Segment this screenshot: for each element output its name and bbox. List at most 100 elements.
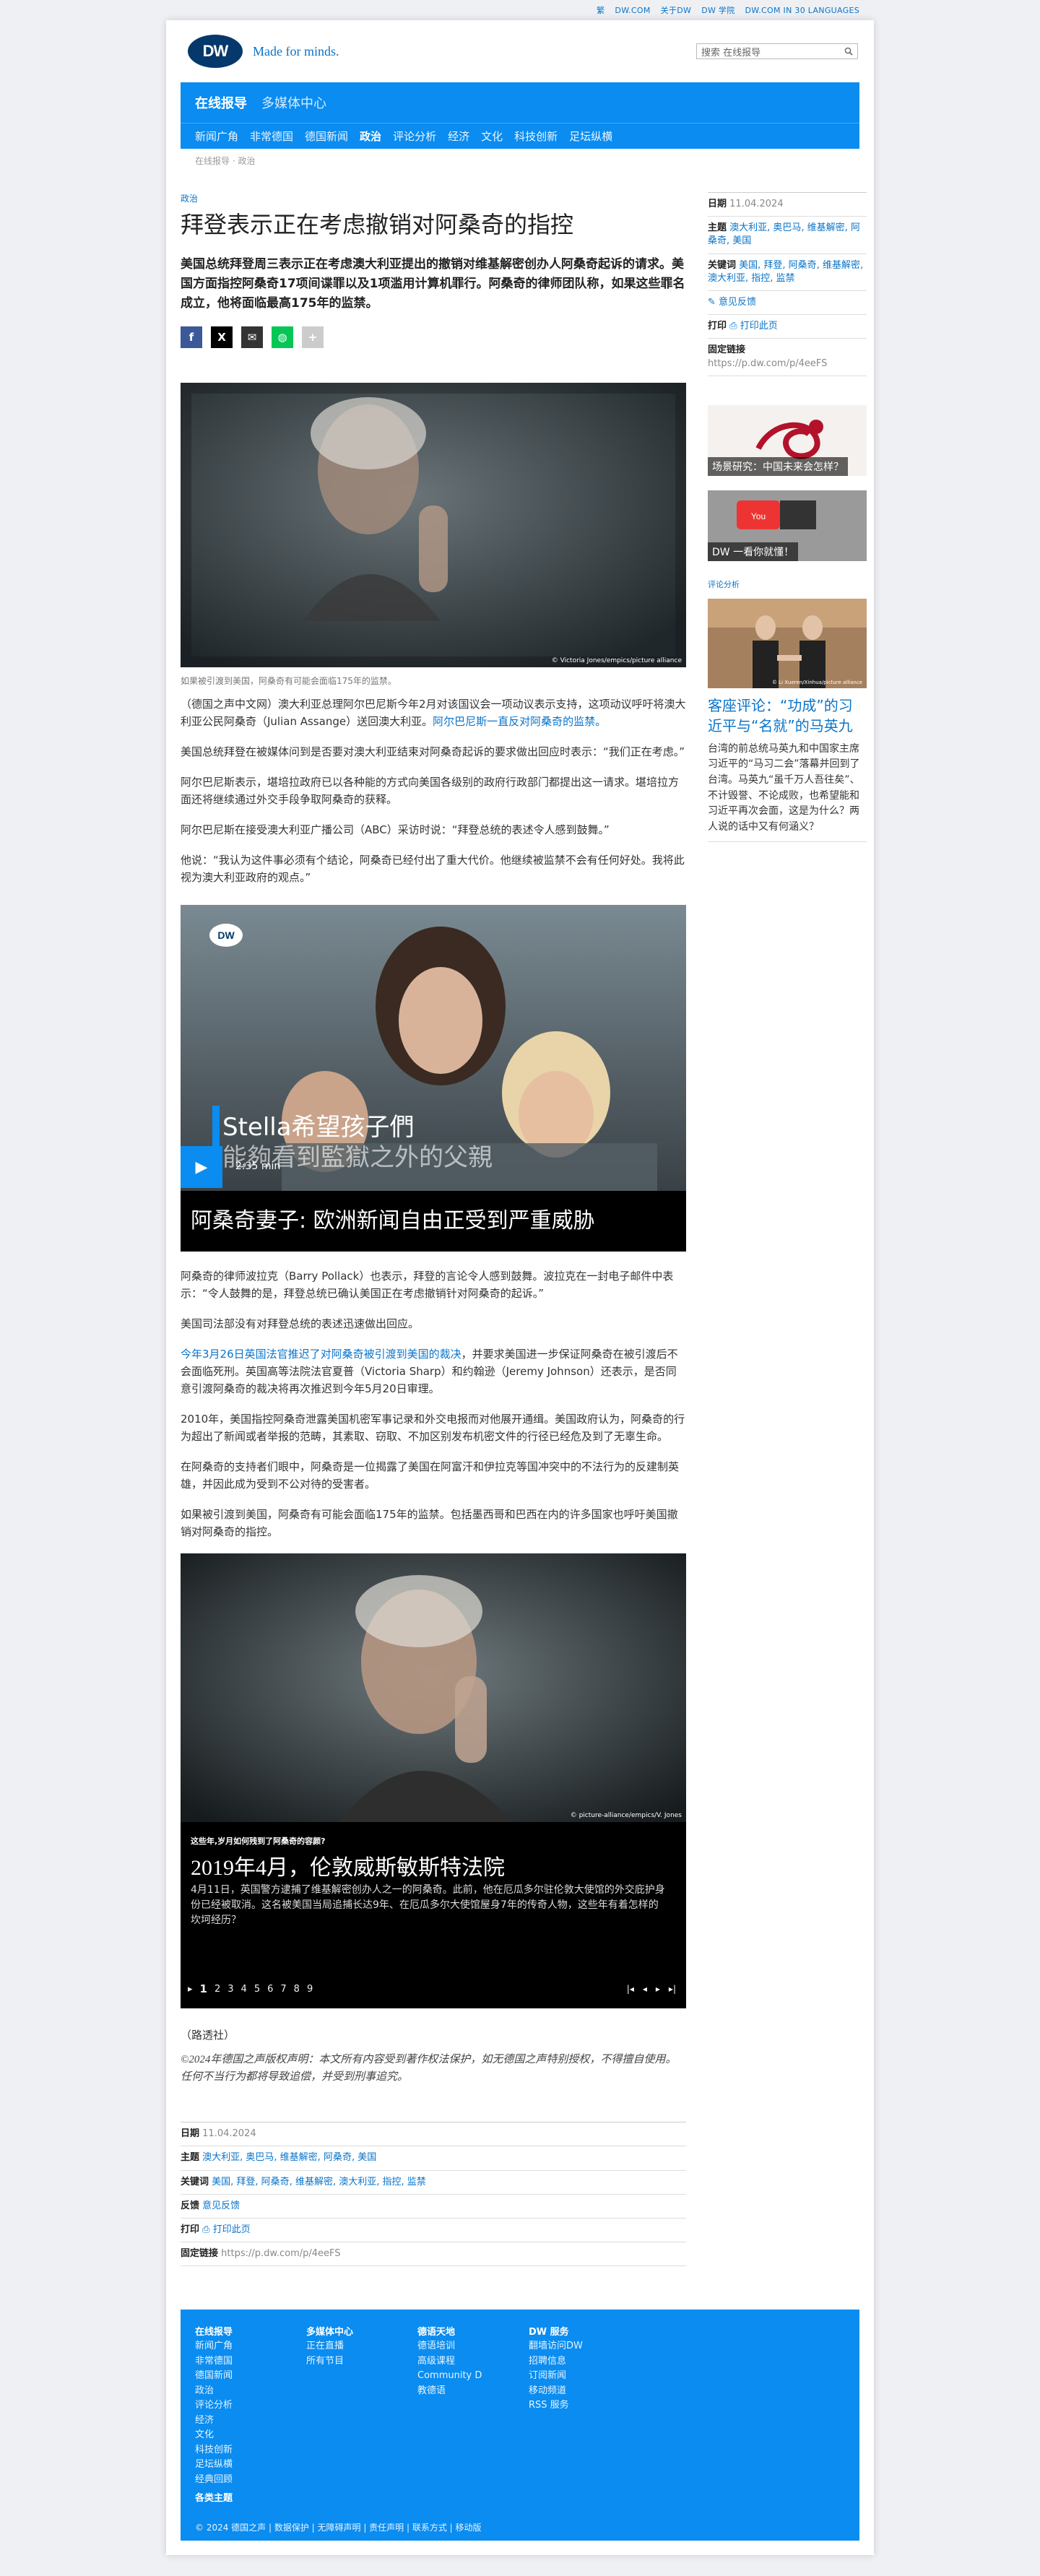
footer-link[interactable]: 科技创新 — [195, 2443, 306, 2458]
facebook-share-icon[interactable]: f — [181, 326, 202, 349]
footer-link[interactable]: Community D — [417, 2369, 529, 2384]
footer-link[interactable]: 经典回顾 — [195, 2473, 306, 2488]
gallery-credit: © picture-alliance/empics/V. Jones — [570, 1812, 682, 1820]
footer-heading[interactable]: DW 服务 — [529, 2324, 640, 2338]
meta-label: 日期 — [181, 2128, 200, 2140]
link-dw-com[interactable]: DW.COM — [615, 6, 650, 15]
footer-link[interactable]: 教德语 — [417, 2384, 529, 2399]
footer-heading[interactable]: 在线报导 — [195, 2324, 306, 2338]
nav-item-german-news[interactable]: 德国新闻 — [305, 129, 348, 144]
footer-link[interactable]: 政治 — [195, 2384, 306, 2399]
footer-link[interactable]: 订阅新闻 — [529, 2369, 640, 2384]
inline-link[interactable]: 今年3月26日英国法官推迟了对阿桑奇被引渡到美国的裁决 — [181, 1348, 462, 1361]
footer-link[interactable]: 正在直播 — [306, 2339, 417, 2354]
footer-link[interactable]: 德国新闻 — [195, 2369, 306, 2384]
video-title[interactable]: 阿桑奇妻子: 欧洲新闻自由正受到严重威胁 — [181, 1191, 686, 1252]
nav-item-football[interactable]: 足坛纵横 — [569, 129, 612, 144]
nav-media-center[interactable]: 多媒体中心 — [261, 93, 326, 112]
prev-icon[interactable]: ◂ — [643, 1984, 647, 1994]
more-share-icon[interactable]: + — [302, 326, 324, 349]
article-meta: 日期 11.04.2024 主题 澳大利亚, 奥巴马, 维基解密, 阿桑奇, 美… — [181, 2122, 686, 2267]
x-share-icon[interactable]: X — [211, 326, 233, 349]
nav-item-politics[interactable]: 政治 — [360, 129, 381, 144]
opinion-image[interactable]: © Li Xueren/Xinhua/picture alliance — [708, 598, 867, 688]
gallery-page[interactable]: 6 — [267, 1984, 273, 1995]
search-placeholder: 搜索 在线报导 — [701, 47, 761, 58]
line-share-icon[interactable]: ◍ — [272, 326, 293, 349]
gallery-play-icon[interactable]: ▸ — [188, 1984, 193, 1995]
gallery-page[interactable]: 3 — [228, 1984, 233, 1995]
search-icon[interactable] — [844, 47, 853, 56]
footer-link[interactable]: 非常德国 — [195, 2354, 306, 2369]
gallery-page[interactable]: 9 — [307, 1984, 313, 1995]
permalink-value[interactable]: https://p.dw.com/p/4eeFS — [708, 358, 827, 369]
next-icon[interactable]: ▸ — [656, 1984, 660, 1994]
search-input[interactable]: 搜索 在线报导 — [696, 43, 858, 59]
topics-links[interactable]: 澳大利亚, 奥巴马, 维基解密, 阿桑奇, 美国 — [708, 222, 860, 246]
article-title: 拜登表示正在考虑撤销对阿桑奇的指控 — [181, 211, 574, 238]
copyright-notice: ©2024年德国之声版权声明：本文所有内容受到著作权法保护，如无德国之声特别授权… — [181, 2054, 677, 2083]
topics-links[interactable]: 澳大利亚, 奥巴马, 维基解密, 阿桑奇, 美国 — [202, 2152, 376, 2163]
keywords-links[interactable]: 美国, 拜登, 阿桑奇, 维基解密, 澳大利亚, 指控, 监禁 — [212, 2177, 426, 2187]
footer-link[interactable]: 所有节目 — [306, 2354, 417, 2369]
meta-label: 关键词 — [181, 2176, 209, 2187]
nav-item-culture[interactable]: 文化 — [481, 129, 503, 144]
footer-link[interactable]: 高级课程 — [417, 2354, 529, 2369]
footer-heading[interactable]: 多媒体中心 — [306, 2324, 417, 2338]
footer-link[interactable]: 评论分析 — [195, 2398, 306, 2414]
play-button[interactable]: ▶ — [181, 1146, 222, 1189]
promo-label: 场景研究：中国未来会怎样？ — [708, 456, 848, 476]
link-dw-academy[interactable]: DW 学院 — [701, 4, 734, 16]
email-share-icon[interactable]: ✉ — [241, 326, 263, 349]
nav-item-news[interactable]: 新闻广角 — [195, 129, 238, 144]
promo-dw-explainer[interactable]: You DW 一看你就懂！ — [708, 490, 867, 561]
footer-link[interactable]: 经济 — [195, 2414, 306, 2429]
meta-label: 反馈 — [181, 2200, 200, 2211]
print-link[interactable]: 打印此页 — [740, 321, 778, 331]
nav-item-economy[interactable]: 经济 — [448, 129, 469, 144]
handshake-photo — [708, 598, 867, 688]
footer-link[interactable]: 移动频道 — [529, 2384, 640, 2399]
gallery-controls: |◂ ◂ ▸ ▸| — [627, 1984, 676, 1994]
last-icon[interactable]: ▸| — [669, 1984, 676, 1994]
nav-item-science[interactable]: 科技创新 — [514, 129, 558, 144]
first-icon[interactable]: |◂ — [627, 1984, 634, 1994]
meta-label: 日期 — [708, 199, 727, 209]
video-player[interactable]: DW Stella希望孩子們 能夠看到監獄之外的父親 ▶ 2:35 min 阿桑… — [181, 905, 686, 1252]
logo-link[interactable]: DW Made for minds. — [188, 35, 339, 68]
footer-link[interactable]: 新闻广角 — [195, 2339, 306, 2354]
opinion-title[interactable]: 客座评论：“功成”的习近平与“名就”的马英九 — [708, 695, 867, 736]
article-kicker[interactable]: 政治 — [181, 192, 686, 204]
link-30-languages[interactable]: DW.COM IN 30 LANGUAGES — [745, 6, 859, 15]
footer-link[interactable]: 文化 — [195, 2428, 306, 2443]
opinion-kicker[interactable]: 评论分析 — [708, 578, 867, 590]
footer-columns: 在线报导 新闻广角 非常德国 德国新闻 政治 评论分析 经济 文化 科技创新 足… — [195, 2324, 845, 2487]
paragraph: 美国司法部没有对拜登总统的表述迅速做出回应。 — [181, 1317, 420, 1331]
nav-online-reports[interactable]: 在线报导 — [195, 93, 247, 112]
inline-link[interactable]: 阿尔巴尼斯一直反对阿桑奇的监禁。 — [433, 715, 606, 728]
footer-link[interactable]: 足坛纵横 — [195, 2458, 306, 2473]
footer-link[interactable]: 翻墙访问DW — [529, 2339, 640, 2354]
gallery-page[interactable]: 7 — [280, 1984, 286, 1995]
nav-item-germany[interactable]: 非常德国 — [250, 129, 293, 144]
nav-item-opinion[interactable]: 评论分析 — [393, 129, 436, 144]
breadcrumb[interactable]: 在线报导 · 政治 — [181, 149, 859, 169]
feedback-link[interactable]: 意见反馈 — [202, 2200, 240, 2211]
promo-china-future[interactable]: 场景研究：中国未来会怎样？ — [708, 404, 867, 476]
photo-credit: © Li Xueren/Xinhua/picture alliance — [771, 679, 862, 685]
feedback-link[interactable]: 意见反馈 — [719, 297, 756, 308]
gallery-page[interactable]: 1 — [200, 1982, 207, 1995]
footer-link[interactable]: 招聘信息 — [529, 2354, 640, 2369]
link-traditional[interactable]: 繁 — [597, 4, 604, 16]
footer-link[interactable]: RSS 服务 — [529, 2398, 640, 2414]
link-about-dw[interactable]: 关于DW — [661, 4, 692, 16]
gallery-page[interactable]: 8 — [294, 1984, 300, 1995]
permalink-value[interactable]: https://p.dw.com/p/4eeFS — [221, 2248, 340, 2259]
gallery-page[interactable]: 4 — [241, 1984, 247, 1995]
footer-heading[interactable]: 德语天地 — [417, 2324, 529, 2338]
footer-link[interactable]: 德语培训 — [417, 2339, 529, 2354]
print-link[interactable]: 打印此页 — [213, 2224, 251, 2235]
footer-topics-link[interactable]: 各类主题 — [195, 2490, 233, 2504]
gallery-page[interactable]: 2 — [214, 1984, 220, 1995]
gallery-page[interactable]: 5 — [254, 1984, 260, 1995]
